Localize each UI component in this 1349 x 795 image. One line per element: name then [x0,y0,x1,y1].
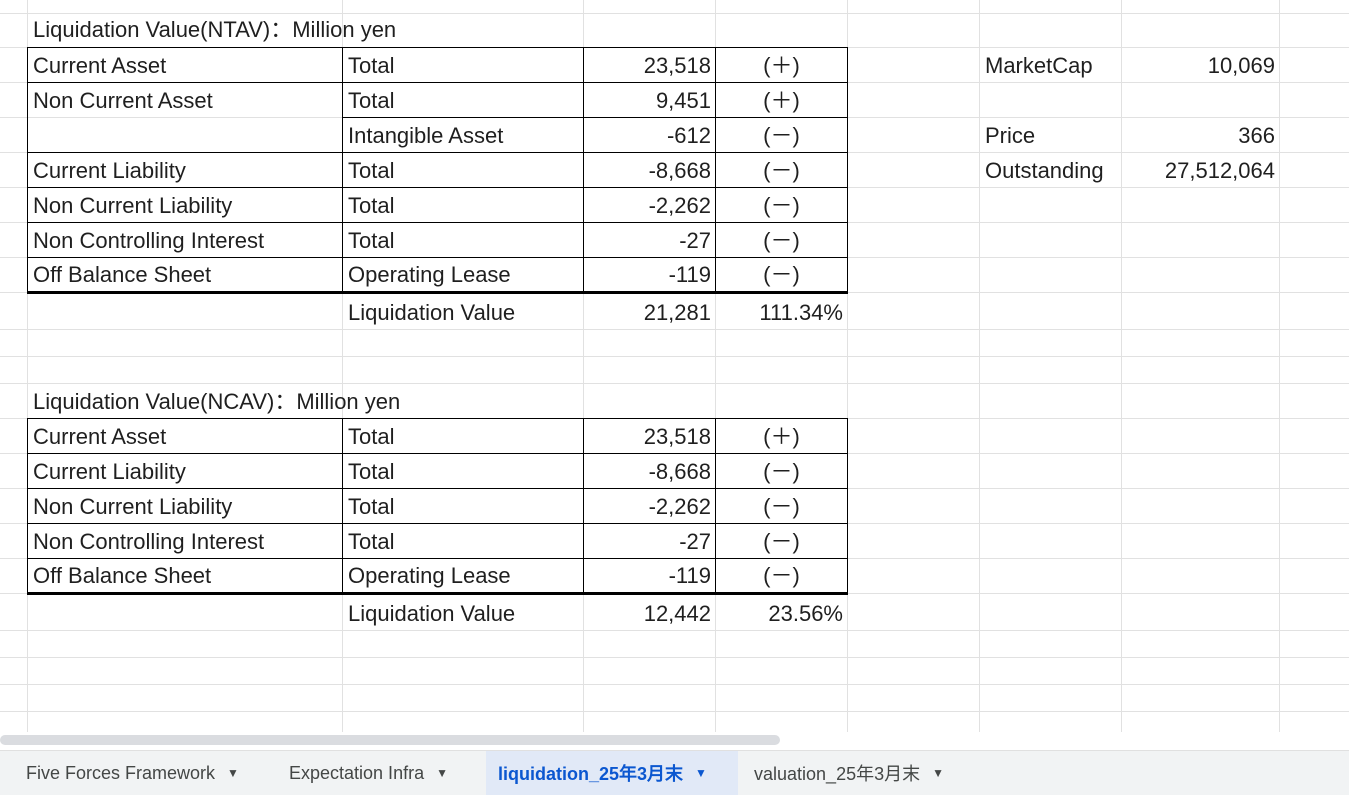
marketcap-value[interactable]: 10,069 [1122,54,1275,78]
ncav-sign-off-balance[interactable]: (－) [716,564,847,588]
ntav-sign-intangible[interactable]: (－) [716,124,847,148]
price-value[interactable]: 366 [1122,124,1275,148]
ntav-sub-off-balance[interactable]: Operating Lease [348,263,511,287]
ntav-sign-off-balance[interactable]: (－) [716,263,847,287]
sheet-tab-bar: Five Forces Framework ▼ Expectation Infr… [0,750,1349,795]
ntav-label-non-current-liability[interactable]: Non Current Liability [33,194,232,218]
ncav-sub-non-controlling[interactable]: Total [348,530,394,554]
price-label[interactable]: Price [985,124,1035,148]
ntav-sub-intangible[interactable]: Intangible Asset [348,124,503,148]
ncav-label-current-asset[interactable]: Current Asset [33,425,166,449]
tab-liquidation[interactable]: liquidation_25年3月末 ▼ [486,751,738,795]
marketcap-label[interactable]: MarketCap [985,54,1093,78]
ntav-result-value[interactable]: 21,281 [584,301,711,325]
ncav-sub-current-asset[interactable]: Total [348,425,394,449]
ntav-result-label[interactable]: Liquidation Value [348,301,515,325]
tab-label: Five Forces Framework [26,762,216,783]
ncav-value-non-controlling[interactable]: -27 [584,530,711,554]
ntav-result-pct[interactable]: 111.34% [716,301,843,325]
ncav-result-label[interactable]: Liquidation Value [348,602,515,626]
ntav-value-current-liability[interactable]: -8,668 [584,159,711,183]
ntav-sub-current-liability[interactable]: Total [348,159,394,183]
ncav-sub-off-balance[interactable]: Operating Lease [348,564,511,588]
tab-five-forces[interactable]: Five Forces Framework ▼ [14,751,251,795]
ntav-value-off-balance[interactable]: -119 [584,263,711,287]
ncav-value-off-balance[interactable]: -119 [584,564,711,588]
ncav-sub-current-liability[interactable]: Total [348,460,394,484]
outstanding-value[interactable]: 27,512,064 [1122,159,1275,183]
tab-valuation[interactable]: valuation_25年3月末 ▼ [742,751,956,795]
chevron-down-icon[interactable]: ▼ [227,766,239,780]
ncav-sub-non-current-liability[interactable]: Total [348,495,394,519]
horizontal-scrollbar[interactable] [0,735,780,745]
ncav-sign-current-liability[interactable]: (－) [716,460,847,484]
ntav-sub-non-current-liability[interactable]: Total [348,194,394,218]
tab-label: liquidation_25年3月末 [498,764,684,784]
ntav-value-non-current-liability[interactable]: -2,262 [584,194,711,218]
chevron-down-icon[interactable]: ▼ [695,766,707,780]
ncav-result-value[interactable]: 12,442 [584,602,711,626]
ntav-value-non-controlling[interactable]: -27 [584,229,711,253]
ncav-value-current-liability[interactable]: -8,668 [584,460,711,484]
ncav-label-off-balance[interactable]: Off Balance Sheet [33,564,211,588]
chevron-down-icon[interactable]: ▼ [932,766,944,780]
ntav-value-intangible[interactable]: -612 [584,124,711,148]
ntav-label-current-asset[interactable]: Current Asset [33,54,166,78]
ntav-sub-non-controlling[interactable]: Total [348,229,394,253]
ntav-title[interactable]: Liquidation Value(NTAV)：Million yen [33,18,396,42]
ntav-sign-current-asset[interactable]: (＋) [716,54,847,78]
ntav-label-non-current-asset[interactable]: Non Current Asset [33,89,213,113]
ntav-sign-non-current-asset[interactable]: (＋) [716,89,847,113]
ntav-label-off-balance[interactable]: Off Balance Sheet [33,263,211,287]
ncav-sign-non-current-liability[interactable]: (－) [716,495,847,519]
tab-label: Expectation Infra [289,762,425,783]
outstanding-label[interactable]: Outstanding [985,159,1104,183]
ntav-value-current-asset[interactable]: 23,518 [584,54,711,78]
ntav-sub-current-asset[interactable]: Total [348,54,394,78]
ntav-sign-current-liability[interactable]: (－) [716,159,847,183]
spreadsheet-grid[interactable]: Liquidation Value(NTAV)：Million yen Curr… [0,0,1349,732]
ntav-label-non-controlling[interactable]: Non Controlling Interest [33,229,264,253]
ncav-title[interactable]: Liquidation Value(NCAV)：Million yen [33,390,400,414]
ncav-sign-current-asset[interactable]: (＋) [716,425,847,449]
ncav-result-pct[interactable]: 23.56% [716,602,843,626]
ntav-sign-non-controlling[interactable]: (－) [716,229,847,253]
ntav-sub-non-current-asset[interactable]: Total [348,89,394,113]
ncav-value-current-asset[interactable]: 23,518 [584,425,711,449]
ncav-label-non-current-liability[interactable]: Non Current Liability [33,495,232,519]
tab-label: valuation_25年3月末 [754,764,921,784]
ncav-label-current-liability[interactable]: Current Liability [33,460,186,484]
chevron-down-icon[interactable]: ▼ [436,766,448,780]
ncav-value-non-current-liability[interactable]: -2,262 [584,495,711,519]
ntav-value-non-current-asset[interactable]: 9,451 [584,89,711,113]
ntav-sign-non-current-liability[interactable]: (－) [716,194,847,218]
tab-expectation-infra[interactable]: Expectation Infra ▼ [277,751,460,795]
ncav-label-non-controlling[interactable]: Non Controlling Interest [33,530,264,554]
ntav-label-current-liability[interactable]: Current Liability [33,159,186,183]
ncav-sign-non-controlling[interactable]: (－) [716,530,847,554]
